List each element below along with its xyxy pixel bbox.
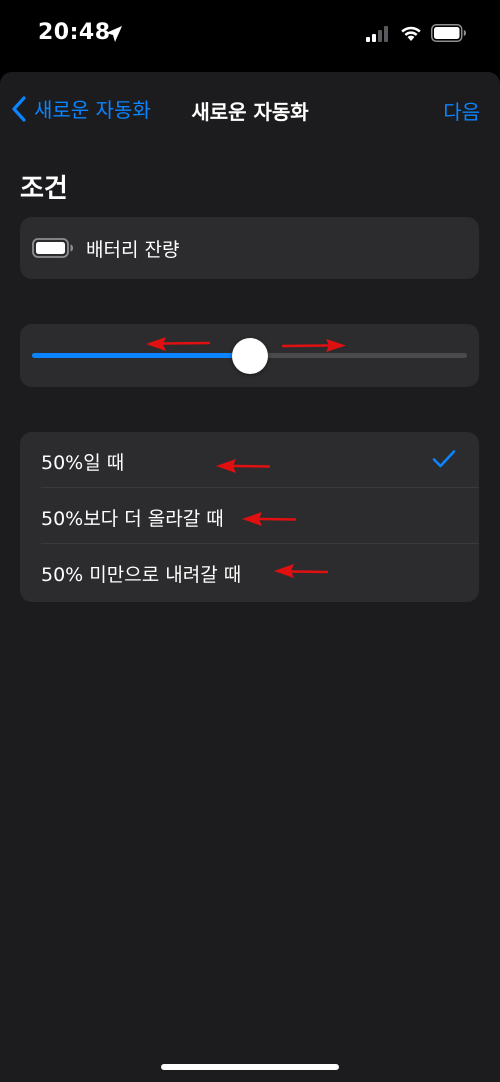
section-title: 조건 bbox=[20, 174, 68, 204]
back-button-label: 새로운 자동화 bbox=[34, 98, 151, 122]
battery-level-slider-thumb[interactable] bbox=[231, 338, 268, 374]
back-button[interactable]: 새로운 자동화 bbox=[10, 94, 151, 123]
battery-level-slider-fill bbox=[32, 353, 250, 358]
battery-level-label: 배터리 잔량 bbox=[86, 239, 180, 261]
location-arrow-icon bbox=[106, 26, 122, 42]
battery-icon bbox=[32, 238, 73, 258]
option-label: 50%보다 더 올라갈 때 bbox=[41, 508, 224, 530]
battery-level-slider-card bbox=[20, 324, 479, 387]
checkmark-icon bbox=[432, 450, 456, 468]
option-label: 50%일 때 bbox=[41, 452, 125, 474]
automation-sheet: 새로운 자동화 새로운 자동화 다음 조건 배터리 잔량 50%일 때 50%보… bbox=[0, 72, 500, 1082]
wifi-icon bbox=[401, 26, 421, 41]
status-bar: 20:48 bbox=[0, 0, 500, 72]
next-button[interactable]: 다음 bbox=[443, 96, 480, 125]
battery-level-trigger[interactable]: 배터리 잔량 bbox=[20, 217, 479, 279]
option-rises-above[interactable]: 50%보다 더 올라갈 때 bbox=[20, 488, 479, 544]
battery-status-icon bbox=[431, 24, 466, 42]
option-label: 50% 미만으로 내려갈 때 bbox=[41, 564, 242, 586]
option-falls-below[interactable]: 50% 미만으로 내려갈 때 bbox=[20, 544, 479, 602]
option-equal[interactable]: 50%일 때 bbox=[20, 432, 479, 488]
condition-options-list: 50%일 때 50%보다 더 올라갈 때 50% 미만으로 내려갈 때 bbox=[20, 432, 479, 602]
home-indicator bbox=[161, 1064, 339, 1070]
battery-level-slider-track[interactable] bbox=[32, 338, 467, 374]
status-time: 20:48 bbox=[38, 20, 111, 45]
cellular-signal-icon bbox=[366, 26, 388, 42]
chevron-left-icon bbox=[12, 95, 26, 122]
